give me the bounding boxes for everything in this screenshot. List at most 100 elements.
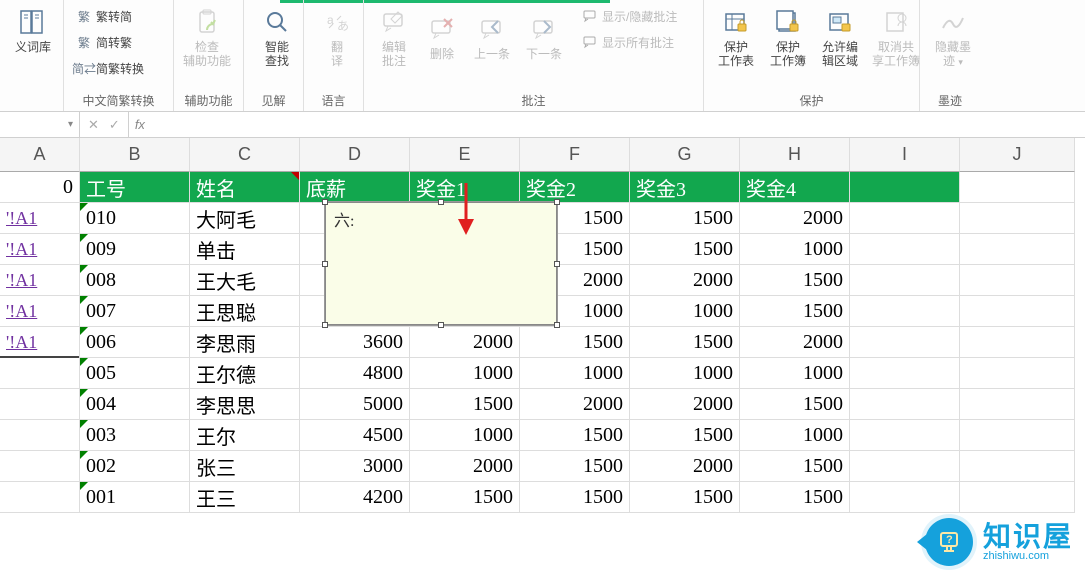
cell[interactable]: 1500	[740, 451, 850, 482]
cell[interactable]: 2000	[410, 451, 520, 482]
cell[interactable]	[960, 234, 1075, 265]
cell[interactable]	[960, 389, 1075, 420]
cell[interactable]: '!A1	[0, 203, 80, 234]
cell[interactable]: 4500	[300, 420, 410, 451]
cell[interactable]: 1500	[630, 482, 740, 513]
trad-to-simp-button[interactable]: 繁 繁转简	[72, 4, 165, 28]
cell[interactable]: 1500	[410, 389, 520, 420]
cn-convert-button[interactable]: 简⇄ 简繁转换	[72, 56, 165, 80]
resize-handle[interactable]	[554, 322, 560, 328]
col-header[interactable]: C	[190, 138, 300, 172]
cell[interactable]: 王尔德	[190, 358, 300, 389]
cell[interactable]: 1500	[740, 389, 850, 420]
cell[interactable]: 1500	[740, 482, 850, 513]
hyperlink[interactable]: '!A1	[6, 332, 37, 353]
cell[interactable]: 1500	[520, 482, 630, 513]
cell[interactable]	[0, 420, 80, 451]
cell[interactable]	[850, 451, 960, 482]
cell[interactable]: 奖金4	[740, 172, 850, 203]
cell[interactable]: 李思雨	[190, 327, 300, 358]
cell[interactable]	[850, 265, 960, 296]
cell[interactable]: '!A1	[0, 296, 80, 327]
cell[interactable]: 009	[80, 234, 190, 265]
cell[interactable]: 006	[80, 327, 190, 358]
unshare-workbook-button[interactable]: 取消共享工作簿	[868, 4, 924, 70]
cell[interactable]: 1000	[520, 358, 630, 389]
cell[interactable]: 3600	[300, 327, 410, 358]
comment-box[interactable]: 六:	[325, 202, 557, 325]
next-comment-button[interactable]: 下一条	[520, 4, 568, 70]
prev-comment-button[interactable]: 上一条	[468, 4, 516, 70]
cell[interactable]: 3000	[300, 451, 410, 482]
hyperlink[interactable]: '!A1	[6, 270, 37, 291]
cell[interactable]: 1000	[740, 358, 850, 389]
cell[interactable]	[850, 358, 960, 389]
resize-handle[interactable]	[438, 322, 444, 328]
show-all-comments-button[interactable]: 显示所有批注	[578, 30, 681, 54]
cell[interactable]	[960, 172, 1075, 203]
col-header[interactable]: E	[410, 138, 520, 172]
cell[interactable]	[0, 451, 80, 482]
cell[interactable]	[850, 172, 960, 203]
cell[interactable]	[850, 327, 960, 358]
cell[interactable]: 奖金3	[630, 172, 740, 203]
resize-handle[interactable]	[554, 261, 560, 267]
cell[interactable]: 1000	[410, 358, 520, 389]
col-header[interactable]: I	[850, 138, 960, 172]
cell[interactable]: 单击	[190, 234, 300, 265]
name-box[interactable]: ▾	[0, 112, 80, 137]
cell[interactable]	[960, 358, 1075, 389]
cell[interactable]: 2000	[740, 203, 850, 234]
cell[interactable]: 王三	[190, 482, 300, 513]
cell[interactable]: 005	[80, 358, 190, 389]
cell[interactable]: 5000	[300, 389, 410, 420]
cell[interactable]	[850, 420, 960, 451]
fx-label[interactable]: fx	[128, 112, 151, 137]
cell[interactable]: 李思思	[190, 389, 300, 420]
cell[interactable]	[0, 482, 80, 513]
hyperlink[interactable]: '!A1	[6, 239, 37, 260]
resize-handle[interactable]	[322, 199, 328, 205]
translate-button[interactable]: aあ 翻译	[312, 4, 362, 70]
cell[interactable]: 王尔	[190, 420, 300, 451]
cell[interactable]: 010	[80, 203, 190, 234]
cell[interactable]: 王大毛	[190, 265, 300, 296]
cell[interactable]: 1000	[630, 296, 740, 327]
cell[interactable]	[960, 296, 1075, 327]
cell[interactable]: 1500	[520, 327, 630, 358]
cell[interactable]: 004	[80, 389, 190, 420]
cell[interactable]: 0	[0, 172, 80, 203]
col-header[interactable]: B	[80, 138, 190, 172]
cell[interactable]	[960, 327, 1075, 358]
grid-body[interactable]: 0 工号 姓名 底薪 奖金1 奖金2 奖金3 奖金4 六:	[0, 172, 1085, 513]
cell[interactable]	[0, 358, 80, 389]
cell[interactable]	[960, 203, 1075, 234]
cell[interactable]: 1500	[740, 265, 850, 296]
cell[interactable]: 2000	[740, 327, 850, 358]
protect-sheet-button[interactable]: 保护工作表	[712, 4, 760, 70]
cell[interactable]: 4200	[300, 482, 410, 513]
cell[interactable]: 1000	[740, 420, 850, 451]
cell[interactable]: '!A1	[0, 234, 80, 265]
cell[interactable]	[850, 296, 960, 327]
check-accessibility-button[interactable]: 检查辅助功能	[182, 4, 232, 70]
show-hide-comment-button[interactable]: 显示/隐藏批注	[578, 4, 681, 28]
col-header[interactable]: G	[630, 138, 740, 172]
cell[interactable]: '!A1	[0, 265, 80, 296]
smart-lookup-button[interactable]: 智能查找	[252, 4, 302, 70]
cell[interactable]: 2000	[520, 389, 630, 420]
allow-edit-ranges-button[interactable]: 允许编辑区域	[816, 4, 864, 70]
cell[interactable]: 工号	[80, 172, 190, 203]
cell[interactable]: 1000	[630, 358, 740, 389]
cell[interactable]: 4800	[300, 358, 410, 389]
hyperlink[interactable]: '!A1	[6, 208, 37, 229]
cell[interactable]: 王思聪	[190, 296, 300, 327]
cell[interactable]: 1500	[630, 327, 740, 358]
cell[interactable]: 2000	[410, 327, 520, 358]
cell[interactable]: 1000	[740, 234, 850, 265]
cell[interactable]: 1500	[520, 420, 630, 451]
cancel-icon[interactable]: ✕	[88, 117, 99, 133]
confirm-icon[interactable]: ✓	[109, 117, 120, 133]
col-header[interactable]: H	[740, 138, 850, 172]
cell[interactable]: 008	[80, 265, 190, 296]
